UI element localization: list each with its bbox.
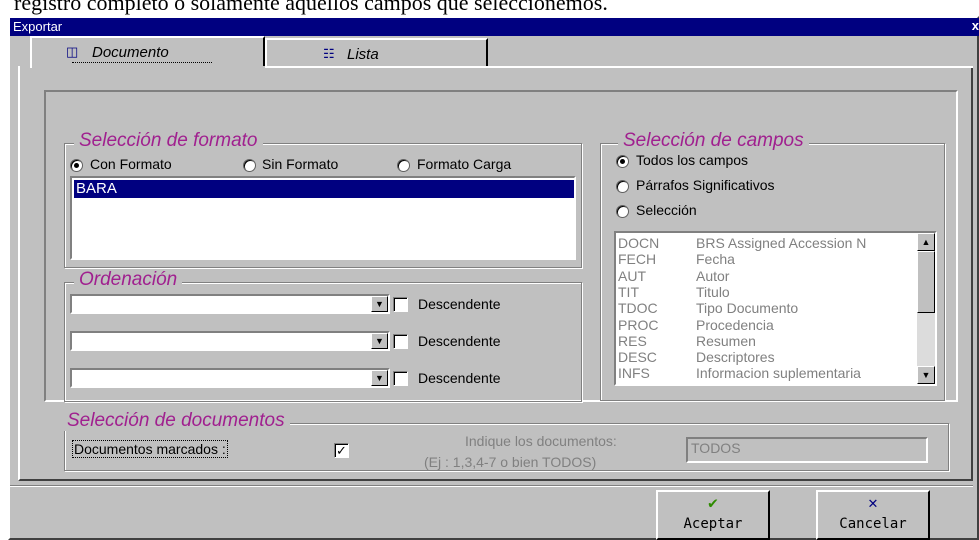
radio-sin-formato[interactable] [243,159,256,172]
sort-combo-1[interactable]: ▼ [70,294,390,314]
accept-button[interactable]: ✔ Aceptar [656,490,770,540]
tab-join [32,66,265,68]
scroll-thumb[interactable] [917,251,935,313]
chevron-down-icon[interactable]: ▼ [371,370,388,386]
field-code: TDOC [618,300,658,317]
tab-lista[interactable]: ☷ Lista [265,38,488,66]
field-code: FECH [618,251,657,268]
field-desc: Resumen [696,332,756,349]
tab-documento[interactable]: ◫ Documento [30,36,265,68]
radio-todos-campos[interactable] [616,155,629,168]
fields-list[interactable]: DOCN BRS Assigned Accession N FECH Fecha AUT… [614,231,937,386]
radio-formato-carga-label: Formato Carga [417,156,512,172]
descendente-checkbox-3[interactable] [393,371,408,386]
export-dialog: Exportar x ◫ Documento ☷ Lista Selección… [8,16,979,540]
documentos-input[interactable]: TODOS [686,437,928,463]
documentos-marcados-checkbox[interactable]: ✓ [334,443,349,458]
sort-combo-3[interactable]: ▼ [70,368,390,388]
cancel-button[interactable]: ✕ Cancelar [816,490,930,540]
hint-line-1: Indique los documentos: [465,433,617,449]
descendente-label-2: Descendente [418,333,501,349]
field-desc: Procedencia [696,316,774,333]
scroll-up-icon[interactable]: ▲ [917,233,935,251]
ordenacion-legend: Ordenación [74,270,183,290]
fields-scrollbar[interactable]: ▲ ▼ [917,233,935,384]
field-desc: Fecha [696,251,735,268]
separator [10,485,973,487]
field-desc: Tipo Documento [696,300,799,317]
field-code: INFS [618,365,650,382]
field-desc: Autor [696,267,730,284]
field-code: PROC [618,316,659,333]
formato-list-item[interactable]: BARA [74,180,574,198]
chevron-down-icon[interactable]: ▼ [371,333,388,349]
documentos-marcados-label: Documentos marcados : [72,440,228,458]
field-code: DESC [618,349,657,366]
campos-legend: Selección de campos [618,131,809,151]
list-icon: ☷ [323,46,335,61]
cancel-x-icon: ✕ [868,493,878,512]
radio-seleccion-label: Selección [636,202,697,218]
close-icon[interactable]: x [972,18,979,33]
check-icon: ✔ [708,493,718,512]
document-icon: ◫ [66,44,79,59]
radio-sin-formato-label: Sin Formato [262,156,339,172]
title-bar: Exportar x [10,18,979,36]
field-desc: Informacion suplementaria [696,365,861,382]
formato-list[interactable]: BARA [70,176,576,260]
descendente-checkbox-1[interactable] [393,297,408,312]
cancel-label: Cancelar [839,516,907,532]
radio-con-formato-label: Con Formato [90,156,172,172]
field-desc: Descriptores [696,349,775,366]
chevron-down-icon[interactable]: ▼ [371,296,388,312]
focus-underline [72,62,212,63]
window-title: Exportar [13,19,63,34]
tab-lista-label: Lista [347,46,379,63]
field-desc: Titulo [696,283,730,300]
descendente-label-3: Descendente [418,370,501,386]
field-code: TIT [618,283,639,300]
page-text: registro completo o solamente aquellos c… [14,0,608,15]
formato-legend: Selección de formato [74,131,263,151]
scroll-down-icon[interactable]: ▼ [917,366,935,384]
panel-top-edge [265,66,973,68]
radio-formato-carga[interactable] [397,159,410,172]
radio-parrafos-label: Párrafos Significativos [636,177,775,193]
radio-con-formato[interactable] [70,159,83,172]
radio-parrafos[interactable] [616,180,629,193]
sort-combo-2[interactable]: ▼ [70,331,390,351]
radio-todos-campos-label: Todos los campos [636,152,749,168]
radio-seleccion[interactable] [616,205,629,218]
field-code: RES [618,332,647,349]
descendente-label-1: Descendente [418,296,501,312]
descendente-checkbox-2[interactable] [393,334,408,349]
field-code: AUT [618,267,646,284]
hint-line-2: (Ej : 1,3,4-7 o bien TODOS) [424,454,597,470]
documentos-legend: Selección de documentos [62,411,290,431]
field-desc: BRS Assigned Accession N [696,235,867,251]
tab-documento-label: Documento [92,44,169,61]
accept-label: Aceptar [683,516,743,532]
field-code: DOCN [618,235,660,251]
